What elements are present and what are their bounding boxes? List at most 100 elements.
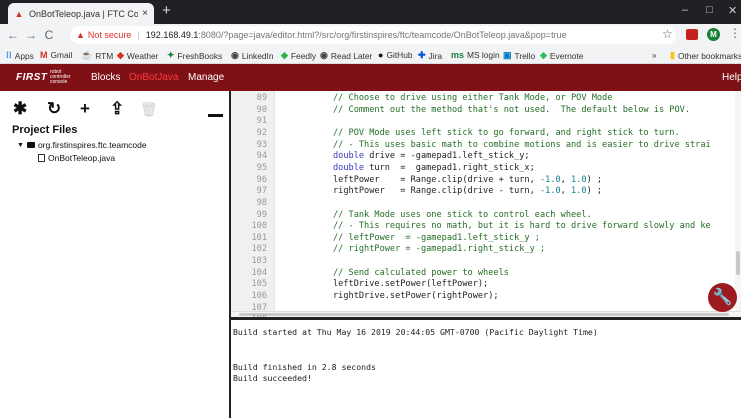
new-tab-button[interactable]: + bbox=[162, 2, 171, 19]
code-line[interactable]: 94 double drive = -gamepad1.left_stick_y; bbox=[231, 151, 741, 163]
wrench-tool-icon[interactable]: 🔧 bbox=[708, 283, 737, 312]
nav-onbotjava[interactable]: OnBotJava bbox=[129, 72, 178, 83]
tab-close-icon[interactable]: × bbox=[142, 8, 148, 19]
code-line[interactable]: 103 bbox=[231, 256, 741, 268]
line-number: 92 bbox=[256, 127, 267, 138]
bookmark-ms-login[interactable]: ms MS login bbox=[451, 50, 500, 60]
delete-trash-icon[interactable]: 🗑 bbox=[140, 101, 158, 118]
trello-icon: ▣ bbox=[503, 50, 512, 60]
bookmark-label: LinkedIn bbox=[241, 50, 274, 61]
bookmark-freshbooks[interactable]: ✦ FreshBooks bbox=[167, 50, 222, 61]
bookmark-read-later[interactable]: ◉ Read Later bbox=[320, 50, 372, 61]
bookmarks-bar: ⁝⁝ Apps M Gmail ☕ RTM ◆ Weather ✦ FreshBooks ◉ Link… bbox=[0, 46, 741, 64]
code-editor[interactable]: 89 // Choose to drive using either Tank M… bbox=[231, 91, 741, 317]
rtm-icon: ☕ bbox=[81, 50, 93, 60]
code-line[interactable]: 97 rightPower = Range.clip(drive - turn, … bbox=[231, 186, 741, 198]
app-window: ▲ OnBotTeleop.java | FTC Code Edi × + – … bbox=[0, 0, 741, 418]
weather-icon: ◆ bbox=[117, 50, 124, 60]
add-file-icon[interactable]: + bbox=[80, 99, 90, 119]
back-arrow-icon[interactable]: ← bbox=[4, 28, 22, 42]
bookmark-github[interactable]: ● GitHub bbox=[378, 50, 413, 60]
nav-manage[interactable]: Manage bbox=[188, 72, 224, 83]
reload-icon[interactable]: C bbox=[40, 28, 58, 42]
code-line[interactable]: 102 // rightPower = -gamepad1.right_stick… bbox=[231, 244, 741, 256]
menu-kebab-icon[interactable]: ⋮ bbox=[729, 26, 741, 40]
tree-package-item[interactable]: ▼ org.firstinspires.ftc.teamcode bbox=[17, 140, 147, 150]
address-bar[interactable]: ▲ Not secure | 192.168.49.1 :8080/?page=… bbox=[70, 26, 676, 44]
bookmark-star-icon[interactable]: ☆ bbox=[662, 27, 673, 41]
output-line: Build succeeded! bbox=[233, 373, 312, 383]
caret-down-icon[interactable]: ▼ bbox=[17, 142, 24, 149]
url-path: :8080/?page=java/editor.html?/src/org/fi… bbox=[198, 30, 567, 40]
url-host: 192.168.49.1 bbox=[145, 30, 199, 40]
code-line[interactable]: 106 rightDrive.setPower(rightPower); bbox=[231, 291, 741, 303]
profile-avatar[interactable]: M bbox=[707, 28, 720, 41]
line-number: 97 bbox=[256, 186, 267, 197]
browser-tab[interactable]: ▲ OnBotTeleop.java | FTC Code Edi × bbox=[8, 3, 154, 24]
code-line[interactable]: 104 // Send calculated power to wheels bbox=[231, 268, 741, 280]
linkedin-icon: ◉ bbox=[231, 50, 239, 60]
code-text: // Choose to drive using either Tank Mod… bbox=[333, 93, 613, 103]
code-text: // POV Mode uses left stick to go forwar… bbox=[333, 127, 680, 138]
security-label: Not secure bbox=[87, 30, 132, 40]
folder-icon: ▮ bbox=[670, 50, 675, 60]
project-files-title: Project Files bbox=[12, 124, 78, 136]
apps-grid-icon: ⁝⁝ bbox=[6, 50, 12, 60]
window-close-icon[interactable]: ✕ bbox=[728, 4, 737, 17]
bookmark-label: Jira bbox=[428, 50, 443, 61]
code-text: // - This requires no math, but it is ha… bbox=[333, 221, 711, 232]
nav-help[interactable]: Help bbox=[722, 72, 741, 83]
bookmark-feedly[interactable]: ◆ Feedly bbox=[281, 50, 316, 61]
bookmark-label: Evernote bbox=[549, 50, 584, 61]
code-line[interactable]: 96 leftPower = Range.clip(drive + turn, -… bbox=[231, 175, 741, 187]
code-line[interactable]: 100 // - This requires no math, but it is… bbox=[231, 221, 741, 233]
tree-file-item[interactable]: OnBotTeleop.java bbox=[38, 153, 115, 163]
line-number: 96 bbox=[256, 174, 267, 185]
bookmark-label: RTM bbox=[95, 50, 114, 61]
output-line: Build started at Thu May 16 2019 20:44:0… bbox=[233, 327, 598, 337]
code-line[interactable]: 99 // Tank Mode uses one stick to control… bbox=[231, 210, 741, 222]
bookmark-label: GitHub bbox=[386, 50, 413, 60]
file-label: OnBotTeleop.java bbox=[48, 153, 116, 163]
code-line[interactable]: 95 double turn = gamepad1.right_stick_x; bbox=[231, 163, 741, 175]
code-line[interactable]: 105 leftDrive.setPower(leftPower); bbox=[231, 279, 741, 291]
line-number: 105 bbox=[251, 279, 267, 290]
package-label: org.firstinspires.ftc.teamcode bbox=[37, 140, 147, 150]
bookmark-[interactable]: » bbox=[652, 50, 657, 60]
bookmark-linkedin[interactable]: ◉ LinkedIn bbox=[231, 50, 274, 61]
bookmark-weather[interactable]: ◆ Weather bbox=[117, 50, 158, 61]
line-number: 90 bbox=[256, 104, 267, 115]
bookmark-evernote[interactable]: ◆ Evernote bbox=[540, 50, 583, 61]
nav-blocks[interactable]: Blocks bbox=[91, 72, 120, 83]
code-line[interactable]: 107 bbox=[231, 303, 741, 315]
bookmark-label: Gmail bbox=[50, 50, 73, 60]
code-line[interactable]: 93 // - This uses basic math to combine m… bbox=[231, 140, 741, 152]
bookmark-gmail[interactable]: M Gmail bbox=[40, 50, 72, 60]
extension-icon[interactable] bbox=[686, 29, 698, 40]
evernote-icon: ◆ bbox=[540, 50, 547, 60]
build-output-console: Build started at Thu May 16 2019 20:44:0… bbox=[231, 320, 741, 418]
code-text: leftPower = Range.clip(drive + turn, -1.… bbox=[333, 174, 603, 185]
bookmark-rtm[interactable]: ☕ RTM bbox=[81, 50, 113, 61]
folder-icon bbox=[26, 142, 35, 148]
code-line[interactable]: 90 // Comment out the method that's not u… bbox=[231, 105, 741, 117]
bookmark-trello[interactable]: ▣ Trello bbox=[503, 50, 535, 61]
undo-icon[interactable]: ↻ bbox=[47, 99, 61, 119]
maximize-icon[interactable]: □ bbox=[706, 4, 713, 16]
collapse-panel-button[interactable] bbox=[208, 114, 223, 117]
upload-icon[interactable]: ⇪ bbox=[110, 99, 124, 119]
code-line[interactable]: 91 bbox=[231, 116, 741, 128]
bookmark-other-bookmarks[interactable]: ▮ Other bookmarks bbox=[670, 50, 741, 61]
code-line[interactable]: 101 // leftPower = -gamepad1.left_stick_y… bbox=[231, 233, 741, 245]
settings-gear-icon[interactable]: ✱ bbox=[13, 99, 27, 119]
file-icon bbox=[38, 154, 45, 162]
code-line[interactable]: 92 // POV Mode uses left stick to go forw… bbox=[231, 128, 741, 140]
code-line[interactable]: 98 bbox=[231, 198, 741, 210]
line-number: 98 bbox=[256, 197, 267, 208]
bookmark-apps[interactable]: ⁝⁝ Apps bbox=[6, 50, 34, 61]
bookmark-jira[interactable]: ✚ Jira bbox=[418, 50, 442, 61]
code-text: rightDrive.setPower(rightPower); bbox=[333, 291, 499, 302]
forward-arrow-icon[interactable]: → bbox=[22, 28, 40, 42]
code-line[interactable]: 89 // Choose to drive using either Tank M… bbox=[231, 93, 741, 105]
minimize-icon[interactable]: – bbox=[682, 4, 688, 16]
